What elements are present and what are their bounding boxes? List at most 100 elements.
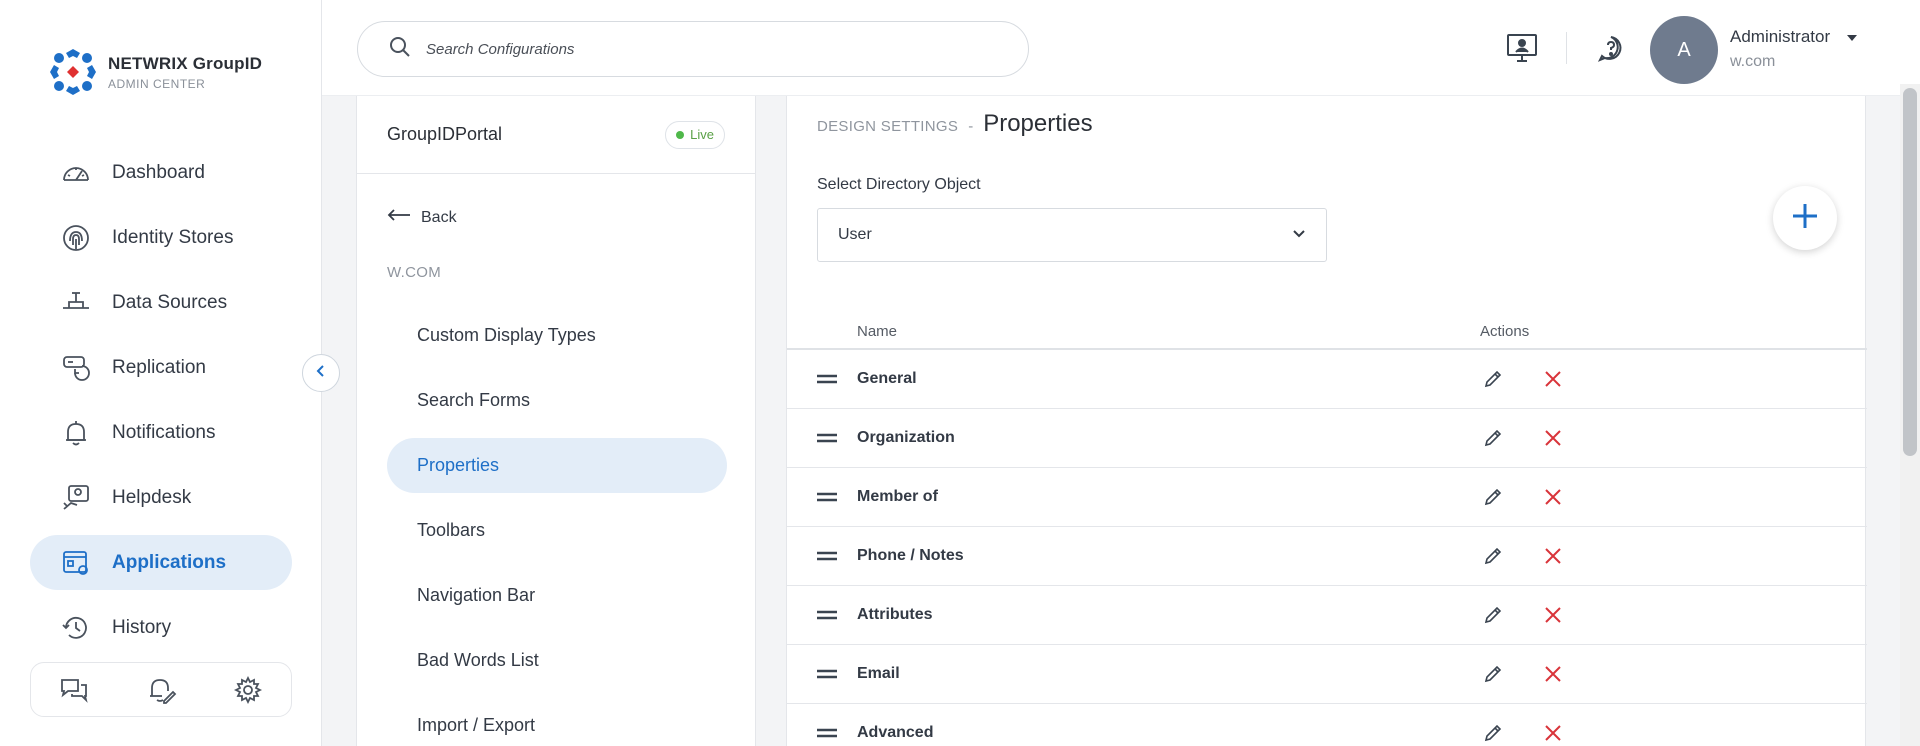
menu-item-bad-words-list[interactable]: Bad Words List [387, 633, 727, 688]
domain-section-label: W.COM [387, 264, 441, 281]
edit-pencil-icon[interactable] [1482, 427, 1504, 449]
sidebar-item-label: Applications [112, 551, 227, 573]
sidebar-item-replication[interactable]: Replication [30, 340, 292, 395]
drag-handle-icon[interactable] [787, 610, 857, 620]
sidebar-item-applications[interactable]: Applications [30, 535, 292, 590]
back-label: Back [421, 208, 457, 226]
table-row: Attributes [787, 586, 1867, 645]
menu-item-custom-display-types[interactable]: Custom Display Types [387, 308, 727, 363]
brand-logo[interactable]: NETWRIX GroupID ADMIN CENTER [48, 47, 262, 97]
search-input[interactable] [426, 40, 986, 58]
table-row: Email [787, 645, 1867, 704]
column-header-actions: Actions [1480, 322, 1530, 340]
page-title: Properties [983, 110, 1093, 137]
applications-icon [60, 547, 92, 579]
menu-item-toolbars[interactable]: Toolbars [387, 503, 727, 558]
delete-x-icon[interactable] [1542, 427, 1564, 449]
table-row: Advanced [787, 704, 1867, 746]
top-bar: A Administrator w.com [322, 0, 1920, 96]
properties-content: DESIGN SETTINGS - Properties Select Dire… [786, 96, 1867, 746]
sidebar-item-label: Identity Stores [112, 226, 234, 248]
drag-handle-icon[interactable] [787, 433, 857, 443]
bell-icon [60, 417, 92, 449]
chat-bubbles-icon[interactable] [57, 673, 91, 707]
caret-down-icon[interactable] [1846, 27, 1858, 47]
edit-pencil-icon[interactable] [1482, 722, 1504, 744]
topbar-divider [1566, 32, 1567, 64]
sidebar-item-notifications[interactable]: Notifications [30, 405, 292, 460]
chevron-left-icon [314, 364, 328, 383]
arrow-left-icon [387, 208, 411, 227]
avatar[interactable]: A [1650, 16, 1718, 84]
table-row: General [787, 350, 1867, 409]
sidebar-item-label: Notifications [112, 421, 216, 443]
delete-x-icon[interactable] [1542, 368, 1564, 390]
directory-object-select[interactable]: User [817, 208, 1327, 262]
sidebar-item-history[interactable]: History [30, 600, 292, 655]
sidebar-bottom-tools [30, 662, 292, 717]
sidebar-item-dashboard[interactable]: Dashboard [30, 145, 292, 200]
table-header: Name Actions [787, 314, 1867, 350]
table-row: Phone / Notes [787, 527, 1867, 586]
collapse-sidebar-button[interactable] [302, 354, 340, 392]
back-link[interactable]: Back [387, 208, 457, 227]
drag-handle-icon[interactable] [787, 728, 857, 738]
property-name: General [857, 370, 917, 387]
table-row: Organization [787, 409, 1867, 468]
settings-gear-icon[interactable] [231, 673, 265, 707]
menu-item-navigation-bar[interactable]: Navigation Bar [387, 568, 727, 623]
sidebar-item-identity-stores[interactable]: Identity Stores [30, 210, 292, 265]
edit-pencil-icon[interactable] [1482, 486, 1504, 508]
property-name: Attributes [857, 606, 933, 623]
helpdesk-icon [60, 482, 92, 514]
sidebar-item-label: Dashboard [112, 161, 205, 183]
delete-x-icon[interactable] [1542, 545, 1564, 567]
edit-pencil-icon[interactable] [1482, 663, 1504, 685]
property-name: Advanced [857, 724, 934, 741]
page-scrollbar[interactable] [1900, 84, 1920, 746]
breadcrumb-separator: - [968, 118, 974, 135]
gauge-icon [60, 157, 92, 189]
property-name: Member of [857, 488, 938, 505]
delete-x-icon[interactable] [1542, 604, 1564, 626]
properties-table: Name Actions General Organization Member… [787, 314, 1867, 746]
replication-icon [60, 352, 92, 384]
sidebar-item-data-sources[interactable]: Data Sources [30, 275, 292, 330]
property-name: Email [857, 665, 900, 682]
status-dot [676, 130, 685, 139]
edit-pencil-icon[interactable] [1482, 545, 1504, 567]
sidebar-item-label: History [112, 616, 172, 638]
menu-item-properties[interactable]: Properties [387, 438, 727, 493]
brand-title: NETWRIX GroupID [108, 53, 263, 73]
drag-handle-icon[interactable] [787, 551, 857, 561]
menu-item-import-export[interactable]: Import / Export [387, 698, 727, 746]
plus-icon [1790, 201, 1820, 236]
breadcrumb-section: DESIGN SETTINGS [817, 118, 959, 135]
delete-x-icon[interactable] [1542, 663, 1564, 685]
remote-desktop-icon[interactable] [1500, 26, 1544, 70]
delete-x-icon[interactable] [1542, 722, 1564, 744]
sidebar-nav: Dashboard Identity Stores Data Sources R… [30, 145, 292, 665]
delete-x-icon[interactable] [1542, 486, 1564, 508]
sidebar-item-helpdesk[interactable]: Helpdesk [30, 470, 292, 525]
drag-handle-icon[interactable] [787, 374, 857, 384]
bell-edit-icon[interactable] [144, 673, 178, 707]
search-box[interactable] [357, 21, 1029, 77]
add-property-button[interactable] [1773, 186, 1837, 250]
edit-pencil-icon[interactable] [1482, 368, 1504, 390]
user-name: Administrator [1730, 27, 1831, 46]
edit-pencil-icon[interactable] [1482, 604, 1504, 626]
user-menu[interactable]: A Administrator w.com [1650, 16, 1858, 84]
design-settings-menu: Custom Display Types Search Forms Proper… [387, 308, 727, 746]
drag-handle-icon[interactable] [787, 669, 857, 679]
help-chat-icon[interactable] [1589, 26, 1633, 70]
fingerprint-icon [60, 222, 92, 254]
scrollbar-thumb[interactable] [1903, 88, 1917, 456]
chevron-down-icon [1292, 226, 1306, 244]
application-settings-panel: GroupIDPortal Live Back W.COM Custom Dis… [356, 96, 756, 746]
menu-item-search-forms[interactable]: Search Forms [387, 373, 727, 428]
drag-handle-icon[interactable] [787, 492, 857, 502]
netwrix-logo-icon [48, 47, 98, 97]
brand-subtitle: ADMIN CENTER [108, 76, 206, 91]
breadcrumb: DESIGN SETTINGS - Properties [817, 110, 1093, 138]
